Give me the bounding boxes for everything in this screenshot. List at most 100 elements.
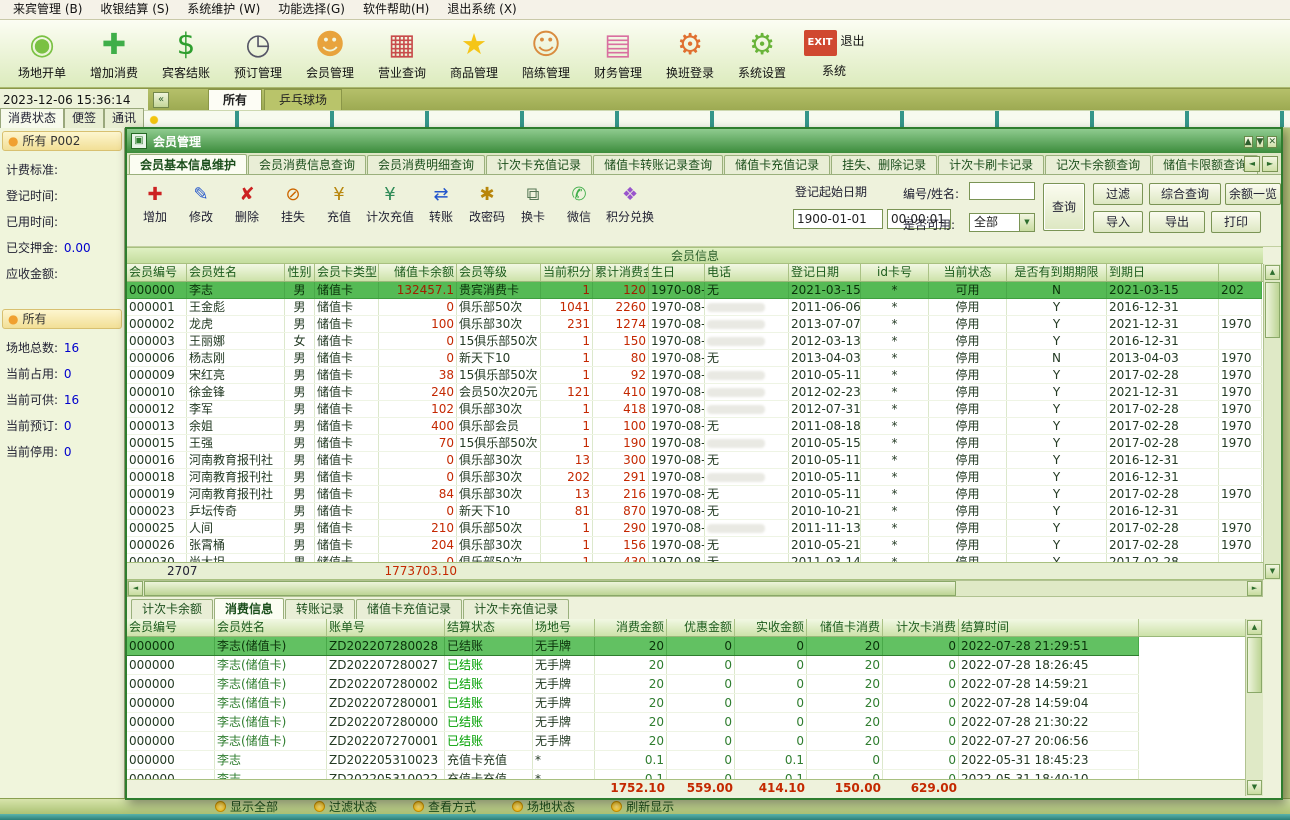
sidebar-panel-header[interactable]: ●所有 (2, 309, 122, 329)
column-header[interactable]: 会员姓名 (215, 619, 327, 636)
column-header[interactable]: 账单号 (327, 619, 445, 636)
scroll-left-icon[interactable]: ◄ (128, 581, 143, 596)
venue-tab[interactable]: 乒乓球场 (264, 89, 342, 111)
scroll-down-icon[interactable]: ▼ (1247, 780, 1262, 795)
import-button[interactable]: 导入 (1093, 211, 1143, 233)
toolbar-button[interactable]: ◷ 预订管理 (222, 22, 294, 87)
combined-query-button[interactable]: 综合查询 (1149, 183, 1221, 205)
sidebar-panel-header[interactable]: ●所有 P002 (2, 131, 122, 151)
action-button[interactable]: ⧉ 换卡 (511, 181, 555, 226)
detail-tab[interactable]: 储值卡充值记录 (356, 599, 462, 619)
column-header[interactable]: 当前积分 (541, 264, 593, 281)
table-row[interactable]: 000030尚大坦男储值卡0俱乐部50次14301970-08-0无2011-0… (127, 554, 1262, 562)
column-header[interactable]: 会员等级 (457, 264, 541, 281)
dialog-tab[interactable]: 会员基本信息维护 (129, 154, 247, 174)
column-header[interactable]: 生日 (649, 264, 705, 281)
table-row[interactable]: 000016河南教育报刊社男储值卡0俱乐部30次133001970-08-0无2… (127, 452, 1262, 469)
sidebar-tab[interactable]: 通讯 (104, 108, 144, 128)
column-header[interactable]: 会员编号 (127, 619, 215, 636)
dialog-tab[interactable]: 会员消费信息查询 (248, 155, 366, 174)
query-button[interactable]: 查询 (1043, 183, 1085, 231)
column-header[interactable]: 会员编号 (127, 264, 187, 281)
toolbar-button[interactable]: ▤ 财务管理 (582, 22, 654, 87)
table-row[interactable]: 000015王强男储值卡7015俱乐部50次11901970-08-02010-… (127, 435, 1262, 452)
export-button[interactable]: 导出 (1149, 211, 1205, 233)
member-table-scrollbar[interactable]: ▲ ▼ (1263, 264, 1281, 580)
detail-tab[interactable]: 计次卡余额 (131, 599, 213, 619)
table-row[interactable]: 000000李志男储值卡132457.1贵宾消费卡11201970-08-0无2… (127, 282, 1262, 299)
scrollbar-thumb[interactable] (1265, 282, 1280, 338)
table-row[interactable]: 000000李志(储值卡)ZD202207280000已结账无手牌2000200… (127, 713, 1139, 732)
detail-tab[interactable]: 转账记录 (285, 599, 355, 619)
toolbar-button[interactable]: ⚙ 换班登录 (654, 22, 726, 87)
table-row[interactable]: 000019河南教育报刊社男储值卡84俱乐部30次132161970-08-0无… (127, 486, 1262, 503)
detail-tab[interactable]: 消费信息 (214, 598, 284, 619)
toolbar-button[interactable]: $ 宾客结账 (150, 22, 222, 87)
action-button[interactable]: ✎ 修改 (179, 181, 223, 226)
availability-select[interactable]: 全部 ▼ (969, 213, 1035, 232)
menu-item[interactable]: 收银结算 (S) (91, 0, 178, 19)
collapse-button[interactable]: « (153, 92, 169, 108)
table-row[interactable]: 000025人间男储值卡210俱乐部50次12901970-08-02011-1… (127, 520, 1262, 537)
column-header[interactable]: id卡号 (861, 264, 929, 281)
toolbar-button[interactable]: ✚ 增加消费 (78, 22, 150, 87)
tab-scroll-left-icon[interactable]: ◄ (1244, 156, 1260, 172)
scroll-up-icon[interactable]: ▲ (1265, 265, 1280, 280)
table-row[interactable]: 000000李志(储值卡)ZD202207280027已结账无手牌2000200… (127, 656, 1139, 675)
scroll-up-icon[interactable]: ▲ (1247, 620, 1262, 635)
toolbar-button[interactable]: ☺ 陪练管理 (510, 22, 582, 87)
status-bar-item[interactable]: 过滤状态 (314, 798, 377, 815)
status-bar-item[interactable]: 刷新显示 (611, 798, 674, 815)
status-bar-item[interactable]: 场地状态 (512, 798, 575, 815)
column-header[interactable]: 优惠金额 (667, 619, 735, 636)
table-row[interactable]: 000002龙虎男储值卡100俱乐部30次23112741970-08-0201… (127, 316, 1262, 333)
toolbar-button[interactable]: ★ 商品管理 (438, 22, 510, 87)
dialog-tab[interactable]: 计次卡充值记录 (486, 155, 592, 174)
toolbar-button[interactable]: ◉ 场地开单 (6, 22, 78, 87)
dialog-tab[interactable]: 储值卡充值记录 (724, 155, 830, 174)
sidebar-tab[interactable]: 消费状态 (0, 108, 64, 128)
venue-tab[interactable]: 所有 (208, 89, 262, 111)
menu-item[interactable]: 系统维护 (W) (178, 0, 269, 19)
dialog-tab[interactable]: 储值卡转账记录查询 (593, 155, 723, 174)
column-header[interactable]: 到期日 (1107, 264, 1219, 281)
menu-item[interactable]: 退出系统 (X) (438, 0, 525, 19)
consumption-table-scrollbar[interactable]: ▲ ▼ (1245, 619, 1263, 796)
column-header[interactable]: 会员姓名 (187, 264, 285, 281)
table-row[interactable]: 000006杨志刚男储值卡0新天下101801970-08-0无2013-04-… (127, 350, 1262, 367)
table-row[interactable]: 000000李志ZD202205310022充值卡充值*0.100.100202… (127, 770, 1139, 779)
action-button[interactable]: ✱ 改密码 (465, 181, 509, 226)
table-row[interactable]: 000000李志(储值卡)ZD202207280002已结账无手牌2000200… (127, 675, 1139, 694)
action-button[interactable]: ⇄ 转账 (419, 181, 463, 226)
action-button[interactable]: ❖ 积分兑换 (603, 181, 657, 226)
table-row[interactable]: 000000李志(储值卡)ZD202207280028已结账无手牌2000200… (127, 637, 1139, 656)
menu-item[interactable]: 功能选择(G) (269, 0, 354, 19)
column-header[interactable]: 是否有到期期限 (1007, 264, 1107, 281)
column-header[interactable]: 性别 (285, 264, 315, 281)
column-header[interactable]: 实收金额 (735, 619, 807, 636)
column-header[interactable]: 储值卡消费 (807, 619, 883, 636)
status-bar-item[interactable]: 显示全部 (215, 798, 278, 815)
dialog-titlebar[interactable]: ▣ 会员管理 ▲▼✕ (127, 129, 1281, 153)
table-row[interactable]: 000026张霄桶男储值卡204俱乐部30次11561970-08-0无2010… (127, 537, 1262, 554)
scrollbar-thumb[interactable] (144, 581, 956, 596)
balance-overview-button[interactable]: 余额一览 (1225, 183, 1281, 205)
table-row[interactable]: 1752.10559.00414.10150.00629.00 (127, 780, 1245, 797)
tab-scroll-right-icon[interactable]: ► (1262, 156, 1278, 172)
column-header[interactable]: 场地号 (533, 619, 595, 636)
sidebar-tab[interactable]: 便签 (64, 108, 104, 128)
table-row[interactable]: 000023乒坛传奇男储值卡0新天下10818701970-08-0无2010-… (127, 503, 1262, 520)
table-row[interactable]: 000000李志ZD202205310023充值卡充值*0.100.100202… (127, 751, 1139, 770)
toolbar-button[interactable]: ▦ 营业查询 (366, 22, 438, 87)
horizontal-scrollbar[interactable]: ◄ ► (127, 580, 1263, 597)
scroll-down-icon[interactable]: ▼ (1265, 564, 1280, 579)
table-row[interactable]: 000010徐金锋男储值卡240会员50次20元1214101970-08-02… (127, 384, 1262, 401)
menu-item[interactable]: 来宾管理 (B) (4, 0, 91, 19)
dialog-tab[interactable]: 会员消费明细查询 (367, 155, 485, 174)
action-button[interactable]: ⊘ 挂失 (271, 181, 315, 226)
action-button[interactable]: ¥ 计次充值 (363, 181, 417, 226)
column-header[interactable]: 会员卡类型 (315, 264, 379, 281)
column-header[interactable]: 登记日期 (789, 264, 861, 281)
column-header[interactable]: 电话 (705, 264, 789, 281)
print-button[interactable]: 打印 (1211, 211, 1261, 233)
